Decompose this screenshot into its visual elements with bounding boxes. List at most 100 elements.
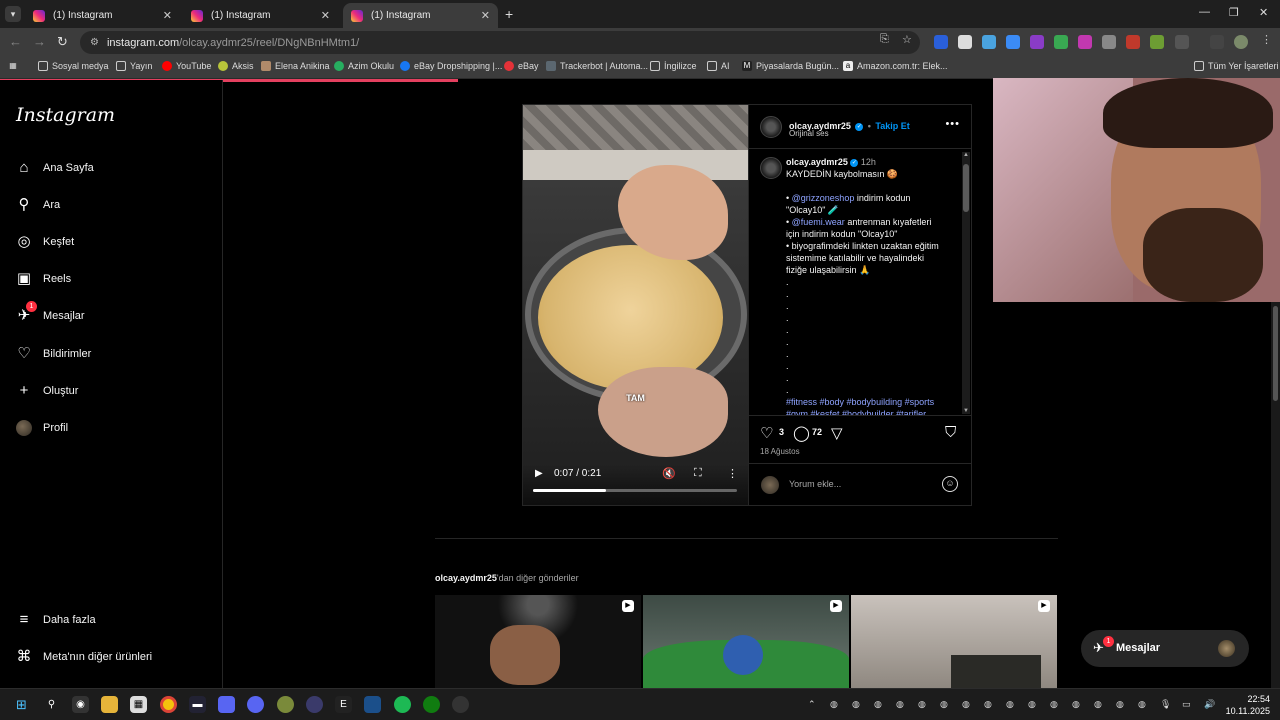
install-app-icon[interactable]: ⎘ bbox=[880, 33, 889, 46]
scroll-up-icon[interactable]: ▲ bbox=[962, 152, 970, 158]
tray-icon[interactable]: ◍ bbox=[962, 699, 970, 710]
sidebar-item-messages[interactable]: ✈ 1 Mesajlar bbox=[16, 301, 85, 324]
close-tab-icon[interactable]: ✕ bbox=[163, 9, 172, 22]
back-icon[interactable]: ← bbox=[9, 34, 22, 49]
all-bookmarks-folder[interactable]: Tüm Yer İşaretleri bbox=[1194, 61, 1279, 71]
sidebar-item-meta-products[interactable]: ⌘ Meta'nın diğer ürünleri bbox=[16, 649, 153, 665]
extension-icon[interactable] bbox=[1102, 35, 1116, 49]
extension-icon[interactable] bbox=[1126, 35, 1140, 49]
sidebar-item-explore[interactable]: ◎ Keşfet bbox=[16, 234, 74, 250]
app-icon[interactable] bbox=[277, 696, 294, 713]
bookmark-item[interactable]: eBay bbox=[504, 61, 539, 71]
more-post-thumbnail[interactable]: ▶ bbox=[851, 595, 1057, 688]
caption-username[interactable]: olcay.aydmr25 bbox=[786, 157, 848, 167]
extensions-puzzle-icon[interactable] bbox=[1175, 35, 1189, 49]
site-info-icon[interactable]: ⚙ bbox=[90, 37, 99, 48]
bookmark-folder[interactable]: Sosyal medya bbox=[38, 61, 109, 71]
store-icon[interactable]: ▦ bbox=[130, 696, 147, 713]
tray-icon[interactable]: ◍ bbox=[830, 699, 838, 710]
bookmark-item[interactable]: a Amazon.com.tr: Elek... bbox=[843, 61, 948, 71]
instagram-logo[interactable]: Instagram bbox=[16, 104, 115, 126]
browser-tab[interactable]: (1) Instagram ✕ bbox=[25, 3, 180, 28]
tray-icon[interactable]: ◍ bbox=[896, 699, 904, 710]
bookmark-item[interactable]: M Piyasalarda Bugün... bbox=[742, 61, 839, 71]
reel-video[interactable]: TAM ▶ 0:07 / 0:21 🔇 ⛶ ⋮ bbox=[523, 105, 748, 505]
tray-icon[interactable]: ◍ bbox=[1028, 699, 1036, 710]
bookmark-item[interactable]: Aksis bbox=[218, 61, 254, 71]
extension-icon[interactable] bbox=[1006, 35, 1020, 49]
bookmark-item[interactable]: Elena Anikina bbox=[261, 61, 330, 71]
hashtags[interactable]: #gym #keşfet #bodybuilder #tarifler bbox=[786, 408, 956, 415]
volume-icon[interactable]: 🔊 bbox=[1204, 699, 1215, 710]
app-icon[interactable] bbox=[306, 696, 323, 713]
audio-label[interactable]: Orijinal ses bbox=[789, 129, 829, 138]
bookmark-item[interactable]: YouTube bbox=[162, 61, 211, 71]
more-posts-owner[interactable]: olcay.aydmr25 bbox=[435, 573, 497, 583]
apps-grid-icon[interactable]: ▦ bbox=[8, 61, 22, 71]
obs-icon[interactable] bbox=[452, 696, 469, 713]
page-scrollbar[interactable] bbox=[1271, 302, 1280, 688]
chrome-icon[interactable] bbox=[160, 696, 177, 713]
browser-tab-active[interactable]: (1) Instagram ✕ bbox=[343, 3, 498, 28]
discord-icon[interactable] bbox=[247, 696, 264, 713]
caption-mention[interactable]: @grizzoneshop bbox=[792, 193, 855, 203]
bookmark-item[interactable]: eBay Dropshipping |... bbox=[400, 61, 502, 71]
fullscreen-icon[interactable]: ⛶ bbox=[694, 467, 702, 480]
sidebar-item-more[interactable]: ≡ Daha fazla bbox=[16, 612, 96, 628]
bookmark-item[interactable]: Trackerbot | Automa... bbox=[546, 61, 648, 71]
minimize-icon[interactable]: — bbox=[1199, 6, 1210, 18]
sidebar-item-profile[interactable]: Profil bbox=[16, 420, 68, 436]
tray-icon[interactable]: ◍ bbox=[1050, 699, 1058, 710]
scroll-down-icon[interactable]: ▼ bbox=[962, 408, 970, 414]
tray-icon[interactable]: ◍ bbox=[984, 699, 992, 710]
comment-icon[interactable]: ◯ bbox=[793, 424, 810, 442]
mute-icon[interactable]: 🔇 bbox=[662, 467, 676, 480]
extension-icon[interactable] bbox=[982, 35, 996, 49]
app-icon[interactable] bbox=[218, 696, 235, 713]
comment-input[interactable]: Yorum ekle... bbox=[789, 479, 841, 489]
network-icon[interactable]: ▭ bbox=[1182, 699, 1191, 710]
save-icon[interactable]: ⛉ bbox=[945, 424, 956, 441]
file-explorer-icon[interactable] bbox=[101, 696, 118, 713]
sidebar-item-search[interactable]: ⚲ Ara bbox=[16, 197, 61, 213]
more-options-icon[interactable]: ••• bbox=[945, 118, 960, 130]
sidebar-item-reels[interactable]: ▣ Reels bbox=[16, 271, 71, 287]
extension-icon[interactable] bbox=[934, 35, 948, 49]
terminal-icon[interactable]: ▬ bbox=[189, 696, 206, 713]
caption-scrollbar[interactable]: ▲ ▼ bbox=[962, 152, 970, 414]
bookmark-folder[interactable]: Yayın bbox=[116, 61, 152, 71]
new-tab-icon[interactable]: + bbox=[505, 6, 513, 22]
emoji-icon[interactable]: ☺ bbox=[942, 476, 958, 492]
close-tab-icon[interactable]: ✕ bbox=[321, 9, 330, 22]
tray-icon[interactable]: ⌃ bbox=[808, 699, 816, 710]
sidebar-item-create[interactable]: + Oluştur bbox=[16, 383, 79, 399]
author-avatar[interactable] bbox=[760, 116, 782, 138]
browser-menu-icon[interactable]: ⋮ bbox=[1261, 33, 1272, 46]
bookmark-star-icon[interactable]: ☆ bbox=[902, 33, 912, 46]
url-bar[interactable]: ⚙ instagram.com /olcay.aydmr25/reel/DNgN… bbox=[80, 31, 920, 54]
close-tab-icon[interactable]: ✕ bbox=[481, 9, 490, 22]
browser-tab[interactable]: (1) Instagram ✕ bbox=[183, 3, 338, 28]
share-icon[interactable]: ▽ bbox=[831, 424, 843, 442]
scrollbar-thumb[interactable] bbox=[963, 164, 969, 212]
restore-icon[interactable]: ❐ bbox=[1229, 6, 1239, 19]
bookmark-folder[interactable]: AI bbox=[707, 61, 730, 71]
profile-avatar-icon[interactable] bbox=[1234, 35, 1248, 49]
comment-count[interactable]: 72 bbox=[812, 427, 822, 437]
tray-icon[interactable]: ◍ bbox=[874, 699, 882, 710]
search-icon[interactable]: ⚲ bbox=[43, 696, 60, 713]
play-icon[interactable]: ▶ bbox=[535, 468, 543, 479]
bookmark-folder[interactable]: İngilizce bbox=[650, 61, 697, 71]
media-control-icon[interactable] bbox=[1210, 35, 1224, 49]
xbox-icon[interactable] bbox=[423, 696, 440, 713]
video-options-icon[interactable]: ⋮ bbox=[727, 467, 738, 480]
extension-icon[interactable] bbox=[958, 35, 972, 49]
caption-mention[interactable]: @fuemi.wear bbox=[792, 217, 845, 227]
spotify-icon[interactable] bbox=[394, 696, 411, 713]
task-view-icon[interactable]: ◉ bbox=[72, 696, 89, 713]
epic-games-icon[interactable]: E bbox=[335, 696, 352, 713]
extension-icon[interactable] bbox=[1054, 35, 1068, 49]
windows-start-icon[interactable]: ⊞ bbox=[13, 696, 30, 713]
close-window-icon[interactable]: ✕ bbox=[1259, 6, 1268, 19]
tray-icon[interactable]: ◍ bbox=[1072, 699, 1080, 710]
